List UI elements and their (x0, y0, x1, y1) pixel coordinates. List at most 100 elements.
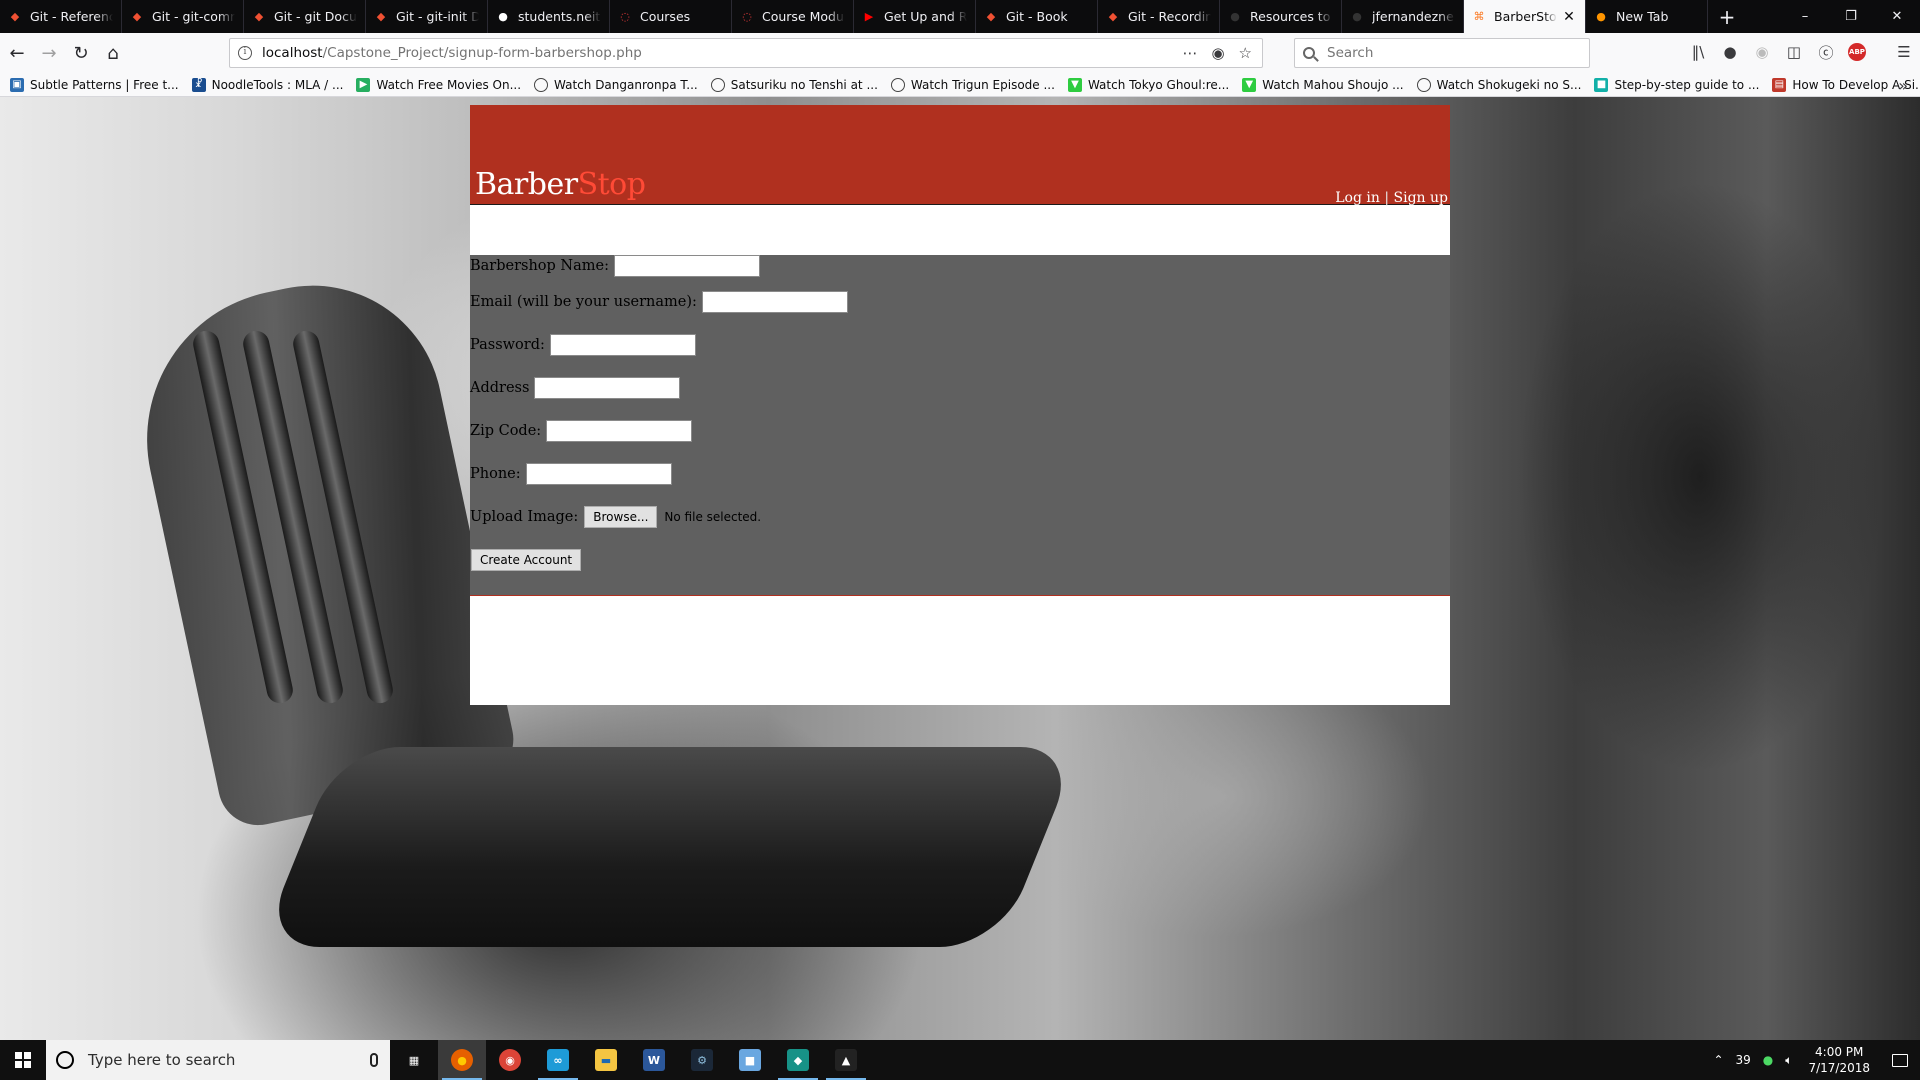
task-view-icon: ▦ (408, 1053, 420, 1067)
cortana-icon (56, 1051, 74, 1069)
new-tab-button[interactable]: + (1708, 0, 1746, 33)
browser-tab[interactable]: ⌘ BarberStop ✕ (1464, 0, 1586, 33)
search-bar[interactable] (1294, 38, 1590, 68)
barbershop-name-label: Barbershop Name: (470, 258, 609, 274)
bookmark-item[interactable]: Watch Trigun Episode ... (890, 77, 1055, 92)
forward-button[interactable]: → (34, 38, 64, 68)
notification-center-icon[interactable] (1880, 1040, 1920, 1080)
barbershop-name-input[interactable] (613, 255, 760, 277)
site-info-icon[interactable]: i (238, 46, 252, 60)
taskbar-app-word[interactable]: W (630, 1040, 678, 1080)
phone-input[interactable] (525, 462, 672, 485)
login-link[interactable]: Log in (1335, 190, 1380, 206)
browser-tab[interactable]: ◌ Course Module (732, 0, 854, 33)
restore-icon[interactable]: ❐ (1828, 0, 1874, 33)
bookmark-item[interactable]: Watch Shokugeki no S... (1416, 77, 1581, 92)
close-window-icon[interactable]: ✕ (1874, 0, 1920, 33)
clock[interactable]: 4:00 PM 7/17/2018 (1798, 1044, 1880, 1076)
taskbar-app-file-explorer[interactable]: ▬ (582, 1040, 630, 1080)
home-button[interactable]: ⌂ (98, 38, 128, 68)
bookmark-item[interactable]: ▣ Subtle Patterns | Free t... (10, 77, 179, 92)
bookmark-item[interactable]: ☧ NoodleTools : MLA / ... (191, 77, 343, 92)
virtualbox-icon: ■ (739, 1049, 761, 1071)
bookmark-star-icon[interactable]: ☆ (1239, 44, 1252, 62)
url-bar[interactable]: i localhost/Capstone_Project/signup-form… (229, 38, 1263, 68)
bookmark-item[interactable]: Satsuriku no Tenshi at ... (710, 77, 878, 92)
taskbar-app-gitkraken[interactable]: ◆ (774, 1040, 822, 1080)
hamburger-menu-icon[interactable]: ☰ (1894, 41, 1914, 63)
github-icon: ● (1230, 9, 1240, 23)
taskbar-app-steam[interactable]: ⚙ (678, 1040, 726, 1080)
taskbar-apps: ▦ ● ◉ ∞ ▬ W ⚙ ■ ◆ ▲ (390, 1040, 870, 1080)
start-button[interactable] (0, 1040, 46, 1080)
bookmarks-overflow-icon[interactable]: » (1898, 76, 1908, 95)
site-container: BarberStop Log in | Sign up Barbershop N… (470, 105, 1450, 705)
browser-tab[interactable]: ● Resources to le (1220, 0, 1342, 33)
browser-tab[interactable]: ◆ Git - git-comm (122, 0, 244, 33)
password-input[interactable] (549, 333, 696, 356)
firefox-icon: ● (1596, 9, 1606, 23)
taskbar-search[interactable]: Type here to search (46, 1040, 390, 1080)
browser-tab[interactable]: ● jfernandezneit/ (1342, 0, 1464, 33)
tab-title: Get Up and Ru (884, 9, 967, 24)
taskbar-app-task-view[interactable]: ▦ (390, 1040, 438, 1080)
microphone-icon[interactable] (370, 1053, 378, 1067)
windows-taskbar: Type here to search ▦ ● ◉ ∞ ▬ W ⚙ ■ ◆ ▲ ⌃ 39 ● 🔈︎… (0, 1040, 1920, 1080)
xampp-icon: ⌘ (1473, 9, 1485, 23)
reload-button[interactable]: ↻ (66, 38, 96, 68)
taskbar-search-placeholder: Type here to search (88, 1051, 236, 1069)
bookmark-label: Watch Tokyo Ghoul:re... (1087, 77, 1230, 92)
search-icon (1303, 47, 1315, 59)
taskbar-app-chrome[interactable]: ◉ (486, 1040, 534, 1080)
zip-code-input[interactable] (546, 419, 693, 442)
steam-icon: ⚙ (691, 1049, 713, 1071)
bookmark-item[interactable]: ▼ Watch Tokyo Ghoul:re... (1067, 77, 1230, 92)
volume-icon[interactable]: 🔈︎ (1779, 1053, 1798, 1068)
page-actions-icon[interactable]: ⋯ (1182, 44, 1197, 62)
browse-file-button[interactable]: Browse... (584, 505, 658, 528)
signup-link[interactable]: Sign up (1394, 190, 1448, 206)
site-footer (470, 596, 1450, 705)
taskbar-app-visual-studio[interactable]: ∞ (534, 1040, 582, 1080)
close-tab-icon[interactable]: ✕ (1561, 9, 1577, 25)
site-logo[interactable]: BarberStop (475, 167, 646, 202)
address-input[interactable] (534, 376, 681, 399)
browser-tab[interactable]: ◆ Git - Recording (1098, 0, 1220, 33)
bookmark-item[interactable]: Watch Danganronpa T... (534, 77, 698, 92)
browser-tab[interactable]: ● students.neit.e (488, 0, 610, 33)
back-button[interactable]: ← (2, 38, 32, 68)
tab-title: Git - Book (1006, 9, 1068, 24)
library-icon[interactable]: ‖\ (1688, 41, 1708, 63)
bookmark-item[interactable]: ▼ Watch Mahou Shoujo ... (1242, 77, 1404, 92)
minimize-icon[interactable]: – (1782, 0, 1828, 33)
tray-temp[interactable]: 39 (1730, 1053, 1757, 1067)
file-explorer-icon: ▬ (595, 1049, 617, 1071)
taskbar-app-firefox[interactable]: ● (438, 1040, 486, 1080)
browser-tab[interactable]: ◆ Git - git Docum (244, 0, 366, 33)
tray-app-icon[interactable]: ● (1757, 1053, 1779, 1067)
bookmark-label: Watch Danganronpa T... (554, 77, 698, 92)
taskbar-app-photos[interactable]: ▲ (822, 1040, 870, 1080)
adblock-icon[interactable]: ABP (1848, 43, 1866, 61)
upload-image-label: Upload Image: (470, 508, 579, 525)
extension-grey-icon[interactable]: ◉ (1752, 41, 1772, 63)
bookmark-item[interactable]: ■ Step-by-step guide to ... (1594, 77, 1759, 92)
bookmark-item[interactable]: ▶ Watch Free Movies On... (356, 77, 521, 92)
browser-tab[interactable]: ◆ Git - Book (976, 0, 1098, 33)
search-input[interactable] (1327, 45, 1567, 61)
browser-tab[interactable]: ◆ Git - git-init Do (366, 0, 488, 33)
extension-dark-icon[interactable]: ● (1720, 41, 1740, 63)
browser-tab[interactable]: ◌ Courses (610, 0, 732, 33)
create-account-button[interactable]: Create Account (471, 548, 582, 571)
pocket-icon[interactable]: ◉ (1211, 44, 1224, 62)
browser-tab[interactable]: ◆ Git - Reference (0, 0, 122, 33)
git-icon: ◆ (132, 9, 142, 23)
address-label: Address (470, 379, 530, 396)
taskbar-app-virtualbox[interactable]: ■ (726, 1040, 774, 1080)
browser-tab[interactable]: ● New Tab (1586, 0, 1708, 33)
extension-w-icon[interactable]: ⓒ (1816, 41, 1836, 63)
email-input[interactable] (701, 290, 848, 313)
tray-overflow-icon[interactable]: ⌃ (1707, 1053, 1729, 1067)
sidebar-icon[interactable]: ◫ (1784, 41, 1804, 63)
browser-tab[interactable]: ▶ Get Up and Ru (854, 0, 976, 33)
